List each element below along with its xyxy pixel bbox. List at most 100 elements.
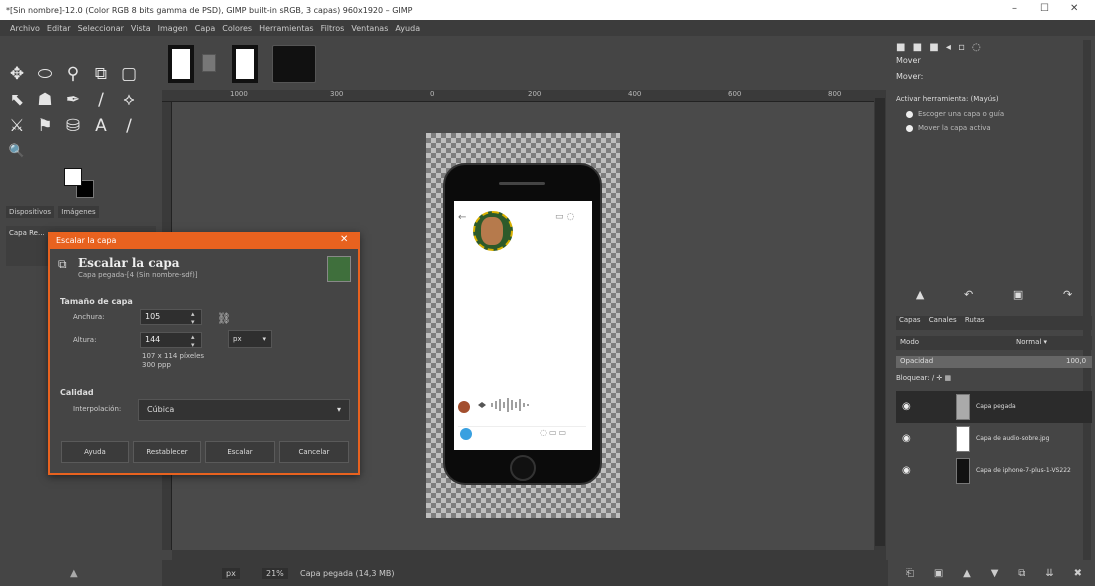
new-group-icon[interactable]: ⎗ bbox=[906, 568, 914, 579]
transform-icon[interactable]: ⬉ bbox=[6, 90, 28, 110]
tab-capas[interactable]: Capas bbox=[896, 315, 924, 325]
tab-canales[interactable]: Canales bbox=[926, 315, 960, 325]
tab-rutas[interactable]: Rutas bbox=[962, 315, 988, 325]
anchor-icon[interactable]: ▲ bbox=[916, 288, 924, 308]
menu-vista[interactable]: Vista bbox=[131, 24, 151, 33]
tab-imagenes[interactable]: Imágenes bbox=[58, 206, 99, 218]
menu-capa[interactable]: Capa bbox=[195, 24, 215, 33]
eye-icon[interactable]: ◉ bbox=[902, 433, 911, 444]
lower-layer-icon[interactable]: ▼ bbox=[991, 568, 999, 579]
thumb-phone-1[interactable] bbox=[168, 45, 194, 83]
save-icon[interactable]: ▣ bbox=[1013, 288, 1023, 308]
reset-button[interactable]: Restablecer bbox=[133, 441, 201, 463]
unit-selector[interactable]: px bbox=[222, 568, 240, 579]
layer-row[interactable]: ◉ Capa de audio-sobre.jpg bbox=[896, 423, 1092, 455]
smudge-icon[interactable]: ∕ bbox=[118, 116, 140, 136]
ruler-mark: 1000 bbox=[230, 90, 248, 98]
undo-icon[interactable]: ↶ bbox=[964, 288, 973, 308]
path-icon[interactable]: ⚔ bbox=[6, 116, 28, 136]
zoom-tool-icon[interactable]: 🔍 bbox=[6, 142, 28, 162]
interpolation-dropdown[interactable]: Cúbica ▾ bbox=[138, 399, 350, 421]
radio-move-active[interactable]: Mover la capa activa bbox=[906, 124, 991, 132]
image-thumbnail-strip bbox=[162, 40, 882, 90]
move-tool-icon[interactable]: ✥ bbox=[6, 64, 28, 84]
color-picker-icon[interactable]: ⚑ bbox=[34, 116, 56, 136]
back-arrow-icon: ← bbox=[458, 212, 467, 223]
delete-layer-icon[interactable]: ✖ bbox=[1074, 568, 1082, 579]
crop-icon[interactable]: ▢ bbox=[118, 64, 140, 84]
eye-icon[interactable]: ◉ bbox=[902, 465, 911, 476]
window-title: *[Sin nombre]-12.0 (Color RGB 8 bits gam… bbox=[6, 5, 413, 15]
mode-label: Modo bbox=[900, 338, 920, 346]
pencil-icon[interactable]: ∕ bbox=[90, 90, 112, 110]
dialog-title: Escalar la capa bbox=[56, 236, 117, 245]
lasso-icon[interactable]: ⚲ bbox=[62, 64, 84, 84]
scale-button[interactable]: Escalar bbox=[205, 441, 275, 463]
dialog-close-icon[interactable]: ✕ bbox=[340, 234, 348, 245]
tab-dispositivos[interactable]: Dispositivos bbox=[6, 206, 55, 218]
layer-action-icons: ⎗ ▣ ▲ ▼ ⧉ ⇊ ✖ bbox=[896, 568, 1092, 579]
height-stepper-icon[interactable]: ▴ ▾ bbox=[191, 333, 195, 349]
dock-tab-icons[interactable]: ■ ■ ■ ◂ ▫ ◌ bbox=[896, 42, 983, 53]
vertical-scroll-thumb[interactable] bbox=[875, 98, 885, 546]
warp-icon[interactable]: ☗ bbox=[34, 90, 56, 110]
menu-editar[interactable]: Editar bbox=[47, 24, 71, 33]
menu-ventanas[interactable]: Ventanas bbox=[351, 24, 388, 33]
menu-imagen[interactable]: Imagen bbox=[158, 24, 188, 33]
radio-pick-layer[interactable]: Escoger una capa o guía bbox=[906, 110, 1004, 118]
foreground-color-swatch[interactable] bbox=[64, 168, 82, 186]
chain-link-icon[interactable]: ⛓ bbox=[217, 312, 231, 325]
layer-tool-icons: ▲ ↶ ▣ ↷ bbox=[896, 288, 1092, 308]
dialog-title-bar[interactable]: Escalar la capa bbox=[50, 233, 358, 249]
thumb-small[interactable] bbox=[202, 54, 216, 72]
menu-filtros[interactable]: Filtros bbox=[321, 24, 345, 33]
layer-name: Capa de iphone-7-plus-1-VS222 bbox=[976, 467, 1071, 474]
eye-icon[interactable]: ◉ bbox=[902, 401, 911, 412]
menu-colores[interactable]: Colores bbox=[222, 24, 252, 33]
toolbox-footer-icon[interactable]: ▲ bbox=[70, 568, 78, 579]
fuzzy-select-icon[interactable]: ⧉ bbox=[90, 64, 112, 84]
minimize-button[interactable]: – bbox=[1012, 3, 1017, 14]
text-tool-icon[interactable]: A bbox=[90, 116, 112, 136]
radio-icon bbox=[906, 124, 913, 132]
layer-mode-row[interactable]: Modo Normal ▾ bbox=[896, 336, 1092, 350]
height-label: Altura: bbox=[73, 336, 97, 344]
menu-herramientas[interactable]: Herramientas bbox=[259, 24, 314, 33]
menu-archivo[interactable]: Archivo bbox=[10, 24, 40, 33]
zoom-selector[interactable]: 21% bbox=[262, 568, 288, 579]
horizontal-scrollbar[interactable] bbox=[172, 550, 874, 560]
audio-sender-avatar bbox=[458, 401, 470, 413]
menu-seleccionar[interactable]: Seleccionar bbox=[78, 24, 124, 33]
phone-speaker bbox=[499, 182, 545, 185]
thumb-avatar[interactable] bbox=[272, 45, 316, 83]
width-stepper-icon[interactable]: ▴ ▾ bbox=[191, 310, 195, 326]
chevron-down-icon: ▾ bbox=[262, 335, 266, 343]
paint-icon[interactable]: ✒ bbox=[62, 90, 84, 110]
lock-row[interactable]: Bloquear: ∕ ✛ ▦ bbox=[896, 374, 951, 382]
layer-thumbnail bbox=[956, 426, 970, 452]
move-mode-label: Mover: bbox=[896, 72, 924, 81]
ellipse-select-icon[interactable]: ⬭ bbox=[34, 64, 56, 84]
raise-layer-icon[interactable]: ▲ bbox=[963, 568, 971, 579]
menu-ayuda[interactable]: Ayuda bbox=[395, 24, 420, 33]
cancel-button[interactable]: Cancelar bbox=[279, 441, 349, 463]
mode-value[interactable]: Normal ▾ bbox=[1016, 338, 1047, 346]
close-window-button[interactable]: ✕ bbox=[1070, 3, 1078, 14]
layer-row[interactable]: ◉ Capa de iphone-7-plus-1-VS222 bbox=[896, 455, 1092, 487]
duplicate-layer-icon[interactable]: ⧉ bbox=[1018, 568, 1025, 579]
toolbox-tabs: Dispositivos Imágenes bbox=[6, 206, 156, 222]
unit-dropdown[interactable]: px ▾ bbox=[228, 330, 272, 348]
layer-row[interactable]: ◉ Capa pegada bbox=[896, 391, 1092, 423]
opacity-slider[interactable]: Opacidad 100,0 bbox=[896, 356, 1092, 368]
redo-icon[interactable]: ↷ bbox=[1063, 288, 1072, 308]
merge-down-icon[interactable]: ⇊ bbox=[1045, 568, 1053, 579]
measure-icon[interactable]: ⛁ bbox=[62, 116, 84, 136]
help-button[interactable]: Ayuda bbox=[61, 441, 129, 463]
ruler-mark: 400 bbox=[628, 90, 642, 98]
clone-icon[interactable]: ⟡ bbox=[118, 90, 140, 110]
thumb-phone-2[interactable] bbox=[232, 45, 258, 83]
ruler-mark: 600 bbox=[728, 90, 742, 98]
maximize-button[interactable]: ☐ bbox=[1040, 3, 1049, 14]
new-layer-icon[interactable]: ▣ bbox=[934, 568, 943, 579]
opacity-value: 100,0 bbox=[1066, 357, 1087, 365]
